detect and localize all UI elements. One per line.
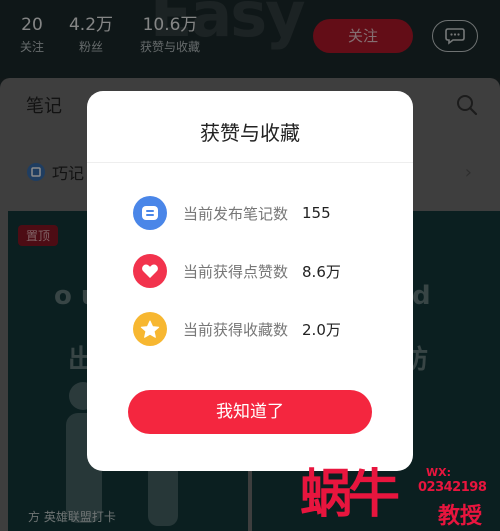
dialog-row-likes: 当前获得点赞数 8.6万	[133, 254, 341, 288]
dialog-row-collects-label: 当前获得收藏数	[183, 320, 289, 339]
dialog-divider	[87, 162, 413, 163]
dialog-row-notes-label: 当前发布笔记数	[183, 204, 289, 223]
heart-icon	[133, 254, 167, 288]
dialog-row-likes-label: 当前获得点赞数	[183, 262, 289, 281]
watermark-logo-text: 蜗牛	[300, 465, 400, 525]
dialog-row-notes-value: 155	[302, 204, 331, 222]
got-it-button[interactable]: 我知道了	[128, 390, 372, 434]
watermark-number: 02342198	[418, 480, 487, 495]
dialog-row-notes: 当前发布笔记数 155	[133, 196, 331, 230]
note-icon	[133, 196, 167, 230]
watermark-edu: 教授	[438, 504, 483, 529]
star-icon	[133, 312, 167, 346]
likes-collects-dialog: 获赞与收藏 当前发布笔记数 155 当前获得点赞数 8.6万 当前获得收藏数 2…	[87, 91, 413, 471]
dialog-row-collects-value: 2.0万	[302, 320, 341, 339]
dialog-row-collects: 当前获得收藏数 2.0万	[133, 312, 341, 346]
dialog-row-likes-value: 8.6万	[302, 262, 341, 281]
dialog-title: 获赞与收藏	[200, 121, 300, 145]
watermark: 蜗牛 WX: 02342198 教授	[300, 462, 500, 531]
watermark-wx: WX:	[426, 466, 452, 479]
